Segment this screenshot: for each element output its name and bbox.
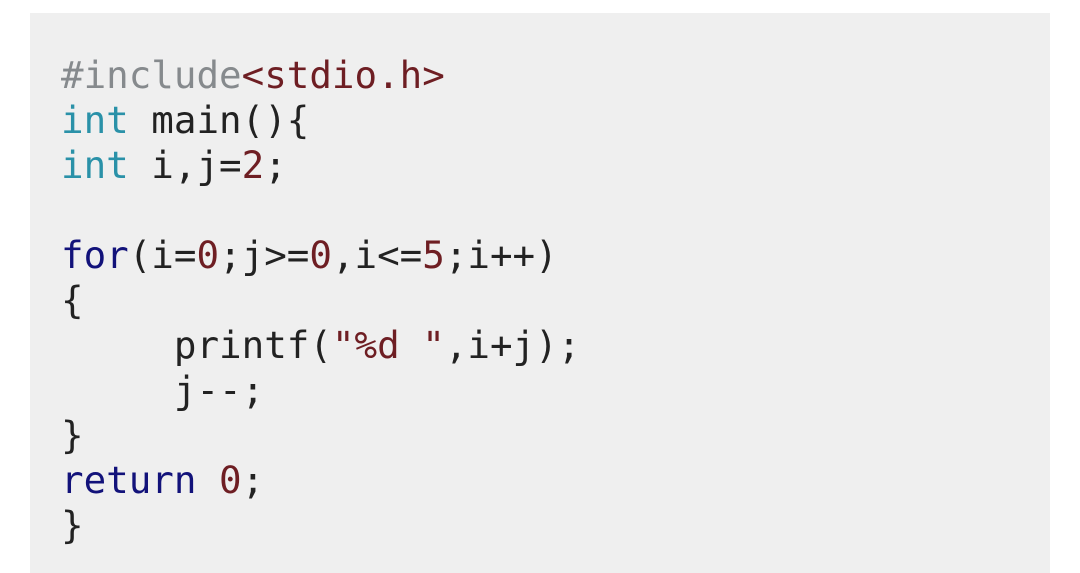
- code-token-control-keyword: for: [61, 233, 129, 277]
- code-token-literal: 0: [219, 458, 242, 502]
- code-line: printf("%d ",i+j);: [61, 323, 1019, 368]
- code-line: for(i=0;j>=0,i<=5;i++): [61, 233, 1019, 278]
- code-line: int main(){: [61, 98, 1019, 143]
- code-token-plain: (i=: [128, 233, 197, 277]
- code-token-plain: main(){: [128, 98, 310, 142]
- code-token-plain: i,j=: [128, 143, 242, 187]
- code-token-literal: 0: [196, 233, 220, 277]
- code-token-literal: 2: [241, 143, 265, 187]
- code-token-type-keyword: int: [61, 98, 129, 142]
- code-token-plain: ;: [264, 143, 287, 187]
- source-code: #include<stdio.h> int main(){int i,j=2; f…: [61, 53, 1050, 548]
- code-line: j--;: [61, 368, 1019, 413]
- code-token-plain: {: [61, 278, 84, 322]
- code-token-plain: ,i+j);: [444, 323, 581, 367]
- code-token-control-keyword: return: [61, 458, 197, 502]
- code-token-plain: j--;: [61, 368, 265, 412]
- code-token-plain: ;: [241, 458, 265, 502]
- code-line: }: [61, 413, 1019, 458]
- code-token-type-keyword: int: [61, 143, 129, 187]
- code-line: int i,j=2;: [61, 143, 1019, 188]
- code-block: #include<stdio.h> int main(){int i,j=2; f…: [30, 13, 1050, 573]
- code-token-plain: ;i++): [444, 233, 558, 277]
- code-token-plain: }: [61, 413, 84, 457]
- code-token-plain: }: [61, 503, 84, 547]
- code-token-plain: ;j>=: [219, 233, 310, 277]
- code-token-literal: 5: [422, 233, 445, 277]
- code-line: #include<stdio.h>: [61, 53, 1019, 98]
- code-token-literal: "%d ": [331, 323, 445, 367]
- code-token-literal: <stdio.h>: [241, 53, 445, 97]
- code-token-plain: printf(: [61, 323, 332, 367]
- code-line: {: [61, 278, 1019, 323]
- code-token-plain: ,i<=: [331, 233, 423, 277]
- code-line: }: [61, 503, 1019, 548]
- code-line: return 0;: [61, 458, 1019, 503]
- code-token-preprocessor: #include: [61, 53, 242, 97]
- code-token-literal: 0: [309, 233, 332, 277]
